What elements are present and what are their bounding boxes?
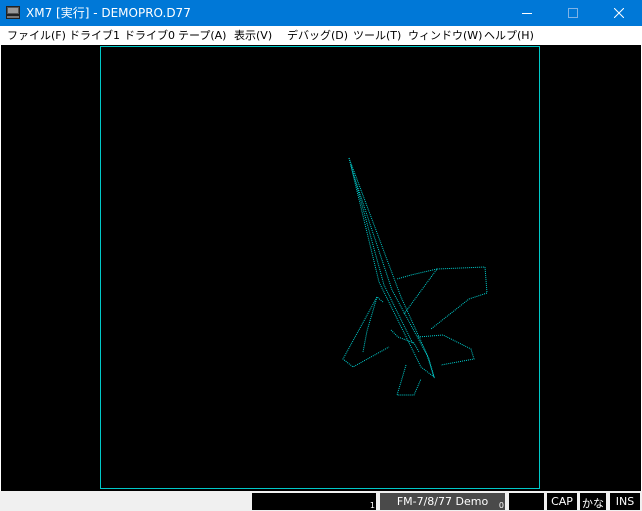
menu-debug[interactable]: デバッグ(D) (287, 26, 348, 45)
ins-indicator: INS (610, 493, 640, 510)
status-bar: 1 FM-7/8/77 Demo 0 CAP かな INS (0, 491, 642, 511)
window-title: XM7 [実行] - DEMOPRO.D77 (26, 6, 191, 20)
fdd0-disk-name: FM-7/8/77 Demo (396, 495, 489, 508)
menu-tools[interactable]: ツール(T) (353, 26, 401, 45)
cap-indicator: CAP (547, 493, 577, 510)
cap-label: CAP (551, 495, 573, 508)
menu-window[interactable]: ウィンドウ(W) (408, 26, 482, 45)
menu-view[interactable]: 表示(V) (234, 26, 272, 45)
menu-file[interactable]: ファイル(F) (7, 26, 66, 45)
fdd0-status[interactable]: FM-7/8/77 Demo 0 (380, 493, 505, 510)
computer-icon[interactable] (6, 6, 20, 19)
fdd1-status[interactable]: 1 (252, 493, 376, 510)
minimize-button[interactable] (504, 0, 550, 26)
emulator-window: XM7 [実行] - DEMOPRO.D77 ファイル(F) ドライブ1 ドライ… (0, 0, 642, 511)
close-button[interactable] (596, 0, 642, 26)
fdd1-drive-number: 1 (369, 501, 375, 510)
menu-help[interactable]: ヘルプ(H) (484, 26, 534, 45)
close-icon (614, 8, 624, 18)
menu-bar: ファイル(F) ドライブ1 ドライブ0 テープ(A) 表示(V) デバッグ(D)… (0, 26, 642, 45)
minimize-icon (522, 13, 532, 14)
kana-indicator: かな (580, 493, 606, 510)
display-frame (100, 46, 540, 489)
maximize-button[interactable] (550, 0, 596, 26)
title-bar[interactable]: XM7 [実行] - DEMOPRO.D77 (0, 0, 642, 26)
menu-drive-0[interactable]: ドライブ0 (124, 26, 175, 45)
kana-label: かな (582, 497, 604, 510)
menu-drive-1[interactable]: ドライブ1 (69, 26, 120, 45)
maximize-icon (568, 8, 578, 18)
fdd0-drive-number: 0 (498, 501, 504, 510)
emulator-screen[interactable] (1, 45, 641, 491)
menu-tape[interactable]: テープ(A) (178, 26, 226, 45)
jet-wireframe-graphic (342, 157, 488, 396)
ins-label: INS (615, 495, 635, 508)
tape-status[interactable] (509, 493, 544, 510)
